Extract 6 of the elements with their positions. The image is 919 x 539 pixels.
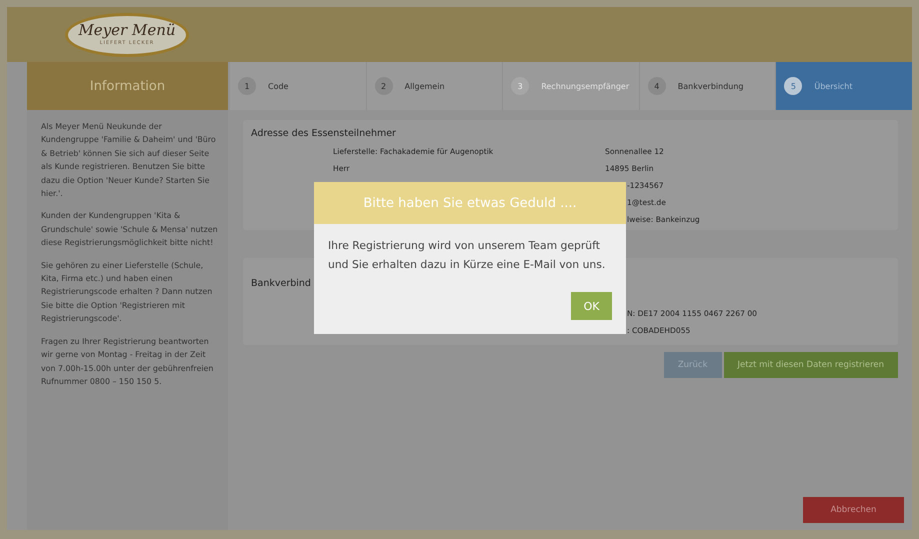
card-title: Adresse des Essensteilnehmer xyxy=(251,128,396,139)
logo-name: Meyer Menü xyxy=(78,23,176,38)
modal-message: Ihre Registrierung wird von unserem Team geprüft und Sie erhalten dazu in Kürze eine E-Mail von uns. xyxy=(327,238,606,273)
modal-title: Bitte haben Sie etwas Geduld .... xyxy=(314,182,626,224)
card-title: Bankverbind xyxy=(251,278,311,289)
sidebar-title: Information xyxy=(27,62,228,110)
